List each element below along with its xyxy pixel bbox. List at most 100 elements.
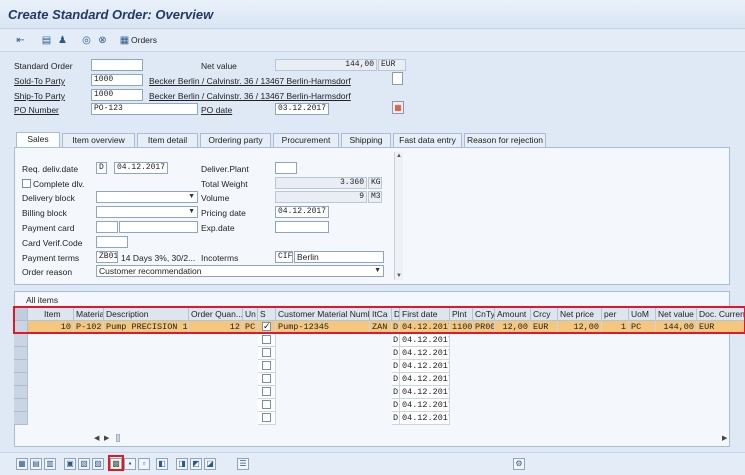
insert-row-icon[interactable]: ▣ (64, 458, 76, 470)
sold-to-field[interactable]: 1000 (91, 74, 143, 86)
row-selector[interactable] (14, 399, 28, 412)
partner-icon[interactable]: ♟ (56, 34, 69, 47)
card-verif-field[interactable] (96, 236, 128, 248)
row-selector[interactable] (14, 334, 28, 347)
cell-d[interactable]: D (392, 360, 400, 373)
tab-shipping[interactable]: Shipping (341, 133, 391, 147)
complete-dlv-checkbox[interactable] (22, 179, 31, 188)
cell-first-date[interactable]: 04.12.2017 (400, 360, 450, 373)
cell-s[interactable] (258, 347, 276, 360)
tab-reason-for-rejection[interactable]: Reason for rejection (464, 133, 546, 147)
orders-icon[interactable]: ▦ (118, 34, 131, 47)
layout-icon[interactable]: ⚙ (513, 458, 525, 470)
pricing-date-field[interactable]: 04.12.2017 (275, 206, 329, 218)
table-settings-icon[interactable]: ☰ (237, 458, 249, 470)
tab-procurement[interactable]: Procurement (273, 133, 339, 147)
display-doc-flow-icon[interactable]: ⇤ (14, 34, 27, 47)
cell-first-date[interactable]: 04.12.2017 (400, 412, 450, 425)
incoterms-field[interactable]: CIF (275, 251, 293, 263)
cell-s[interactable] (258, 373, 276, 386)
row-selector[interactable] (14, 386, 28, 399)
item-detail-icon[interactable]: ▦ (16, 458, 28, 470)
delete-icon[interactable]: ⊗ (96, 34, 109, 47)
scroll-right-end-icon[interactable]: ▶ (722, 434, 727, 442)
chevron-down-icon: ▼ (188, 208, 195, 215)
scroll-right-icon[interactable]: ▶ (104, 434, 109, 442)
cell-d[interactable]: D (392, 399, 400, 412)
scroll-down-icon[interactable]: ▼ (396, 273, 402, 279)
cell-d[interactable]: D (392, 386, 400, 399)
req-deliv-date-field[interactable]: 04.12.2017 (114, 162, 168, 174)
row-checkbox[interactable] (262, 387, 271, 396)
cell-first-date[interactable]: 04.12.2017 (400, 334, 450, 347)
tab-ordering-party[interactable]: Ordering party (200, 133, 271, 147)
cell-s[interactable] (258, 334, 276, 347)
row-selector[interactable] (14, 412, 28, 425)
tab-sales[interactable]: Sales (16, 132, 60, 148)
exp-date-field[interactable] (275, 221, 329, 233)
calendar-icon[interactable]: ▦ (392, 101, 404, 114)
row-selector[interactable] (14, 347, 28, 360)
texts-icon[interactable]: ▫ (138, 458, 150, 470)
tab-item-overview[interactable]: Item overview (62, 133, 135, 147)
net-value-field: 144,00 (275, 59, 377, 71)
document-icon[interactable] (392, 72, 403, 85)
cell-first-date[interactable]: 04.12.2017 (400, 347, 450, 360)
cell-first-date[interactable]: 04.12.2017 (400, 386, 450, 399)
cell-s[interactable] (258, 386, 276, 399)
schedule-lines-icon[interactable]: ◨ (176, 458, 188, 470)
standard-order-field[interactable] (91, 59, 143, 71)
deselect-all-icon[interactable]: ▥ (44, 458, 56, 470)
chevron-down-icon: ▼ (188, 193, 195, 200)
tab-item-detail[interactable]: Item detail (137, 133, 198, 147)
cell-d[interactable]: D (392, 373, 400, 386)
row-selector[interactable] (14, 373, 28, 386)
availability-icon[interactable]: ◩ (190, 458, 202, 470)
cell-d[interactable]: D (392, 412, 400, 425)
row-checkbox[interactable] (262, 400, 271, 409)
scroll-left-icon[interactable]: ◀ (94, 434, 99, 442)
sort-icon[interactable]: ▨ (92, 458, 104, 470)
req-deliv-type-field[interactable]: D (96, 162, 107, 174)
partners-item-icon[interactable]: ◪ (204, 458, 216, 470)
cell-d[interactable]: D (392, 334, 400, 347)
cell-first-date[interactable]: 04.12.2017 (400, 399, 450, 412)
cell-s[interactable] (258, 360, 276, 373)
complete-dlv-label: Complete dlv. (33, 179, 85, 189)
shipping-icon[interactable]: ▪ (124, 458, 136, 470)
cell-d[interactable]: D (392, 347, 400, 360)
tab-fast-data-entry[interactable]: Fast data entry (393, 133, 462, 147)
row-checkbox[interactable] (262, 335, 271, 344)
scroll-up-icon[interactable]: ▲ (396, 153, 402, 159)
row-checkbox[interactable] (262, 374, 271, 383)
row-selector[interactable] (14, 360, 28, 373)
orders-button[interactable]: Orders (131, 35, 157, 45)
status-icon[interactable]: ◎ (80, 34, 93, 47)
delivery-block-dropdown[interactable]: ▼ (96, 191, 198, 203)
total-weight-unit: KG (368, 177, 382, 189)
row-checkbox[interactable] (262, 413, 271, 422)
cell-first-date[interactable]: 04.12.2017 (400, 373, 450, 386)
row-checkbox[interactable] (262, 361, 271, 370)
incoterms-place-field[interactable]: Berlin (294, 251, 384, 263)
po-date-field[interactable]: 03.12.2017 (275, 103, 329, 115)
grid-horizontal-scrollbar[interactable]: ◀ ▶ (94, 434, 730, 443)
po-number-field[interactable]: PO-123 (91, 103, 198, 115)
cell-s[interactable] (258, 399, 276, 412)
payment-card-type-field[interactable] (96, 221, 118, 233)
select-all-icon[interactable]: ▤ (30, 458, 42, 470)
order-reason-dropdown[interactable]: Customer recommendation ▼ (96, 265, 384, 277)
ship-to-field[interactable]: 1000 (91, 89, 143, 101)
configuration-icon[interactable]: ◧ (156, 458, 168, 470)
delete-row-icon[interactable]: ▧ (78, 458, 90, 470)
deliver-plant-field[interactable] (275, 162, 297, 174)
scroll-thumb[interactable] (116, 434, 120, 442)
payment-terms-field[interactable]: ZB01 (96, 251, 118, 263)
row-checkbox[interactable] (262, 348, 271, 357)
cell-s[interactable] (258, 412, 276, 425)
sales-vertical-scrollbar[interactable]: ▲ ▼ (394, 152, 403, 280)
payment-card-number-field[interactable] (119, 221, 198, 233)
header-icon[interactable]: ▤ (40, 34, 53, 47)
billing-block-dropdown[interactable]: ▼ (96, 206, 198, 218)
po-number-label: PO Number (14, 105, 59, 115)
